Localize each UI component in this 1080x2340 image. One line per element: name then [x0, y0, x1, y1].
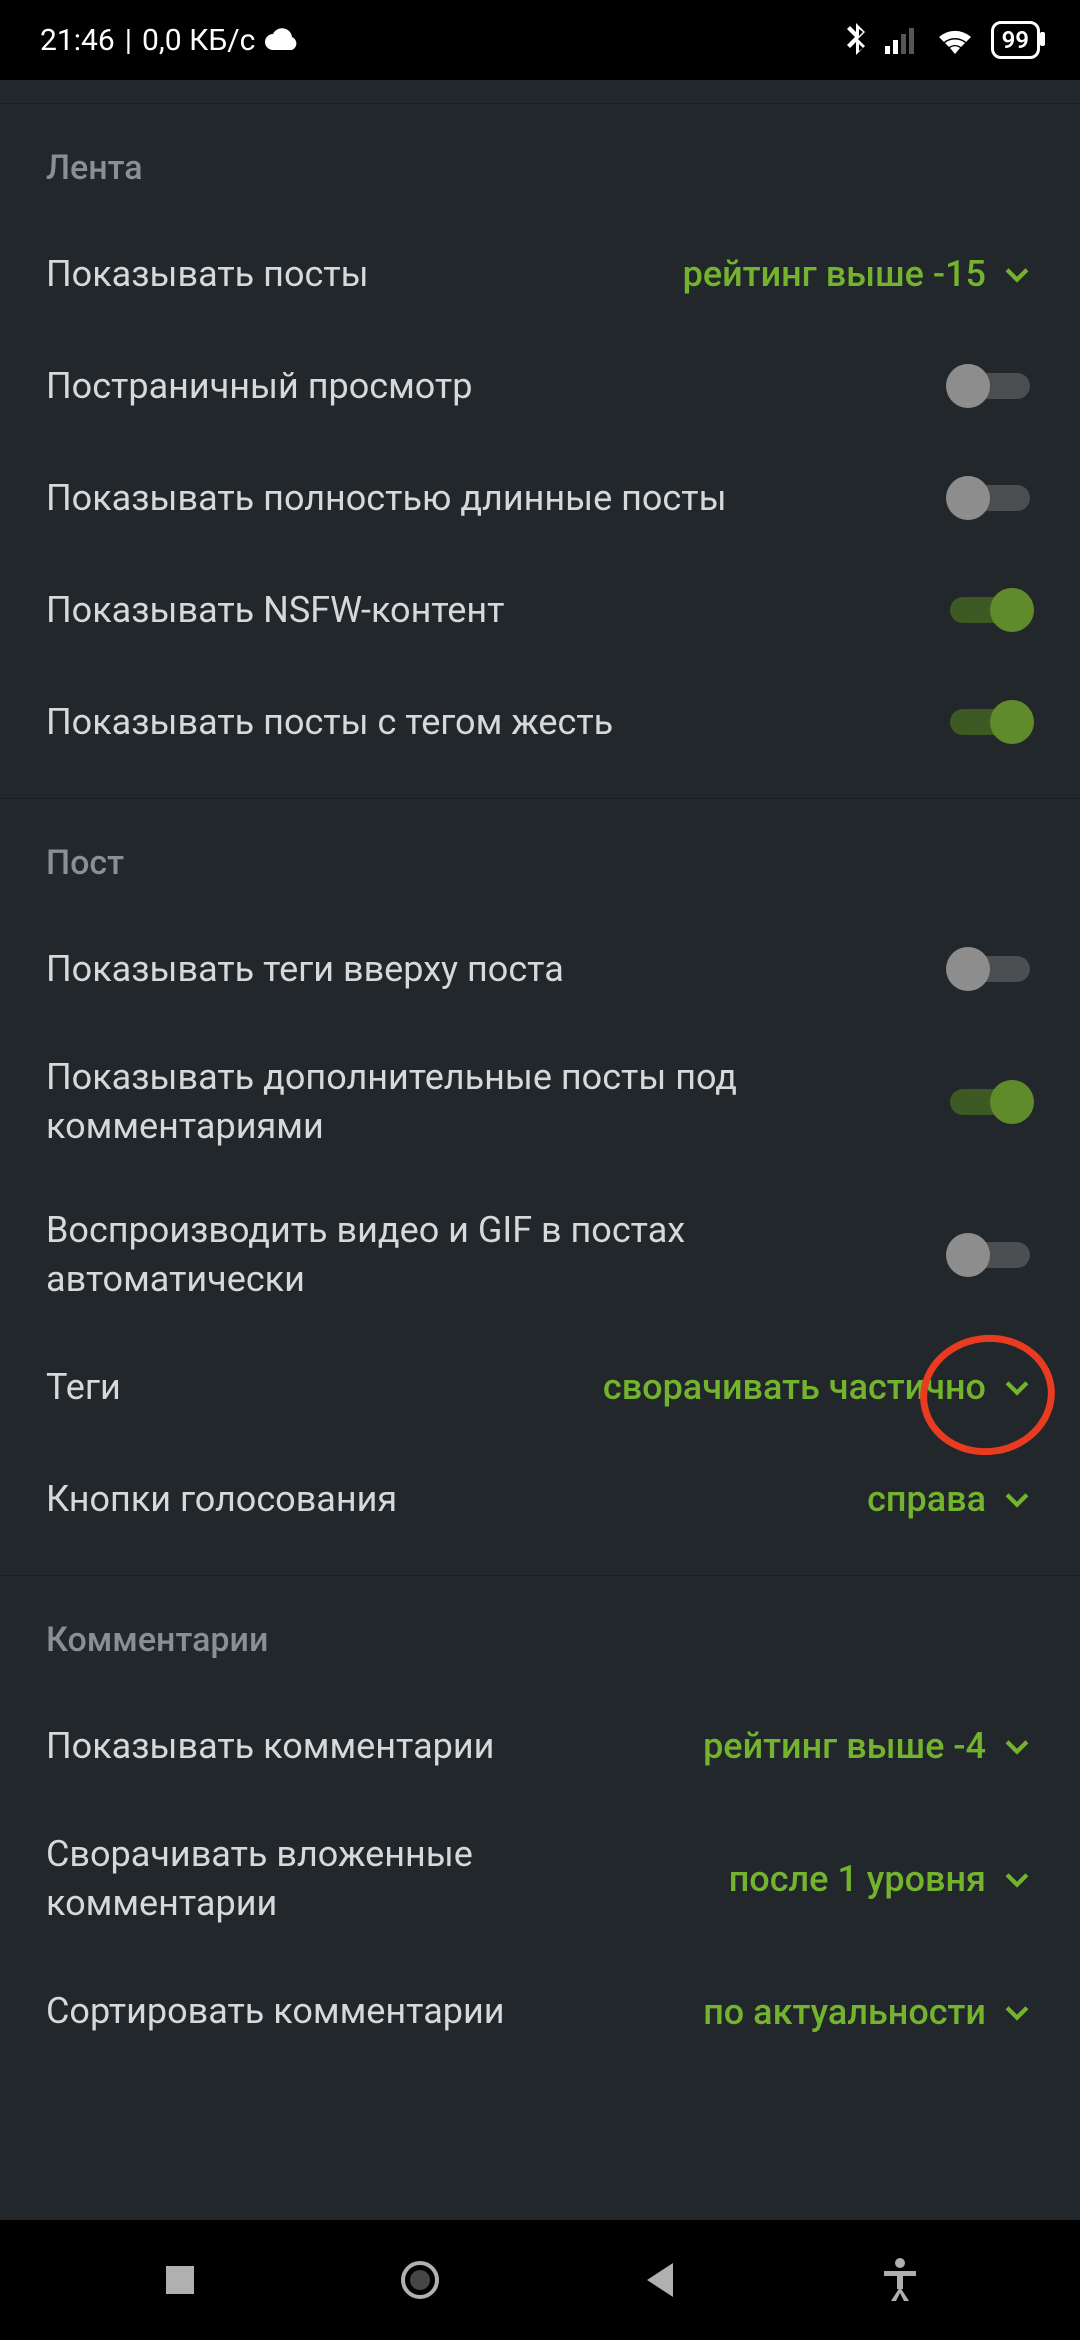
section-header-post: Пост: [0, 799, 1080, 913]
bluetooth-icon: [845, 23, 867, 57]
top-spacer: [0, 80, 1080, 104]
row-value: рейтинг выше -4: [703, 1725, 1034, 1767]
status-right: 99: [845, 21, 1040, 59]
section-header-comments: Комментарии: [0, 1576, 1080, 1690]
row-label: Кнопки голосования: [46, 1475, 867, 1524]
row-label: Показывать NSFW-контент: [46, 586, 946, 635]
row-label: Показывать дополнительные посты под комм…: [46, 1053, 946, 1150]
status-left: 21:46 | 0,0 КБ/c: [40, 23, 299, 58]
row-value: сворачивать частично: [603, 1366, 1034, 1408]
value-text: справа: [867, 1478, 986, 1520]
value-text: рейтинг выше -4: [703, 1725, 986, 1767]
toggle-thumb: [946, 947, 990, 991]
signal-icon: [885, 26, 919, 54]
value-text: рейтинг выше -15: [683, 253, 986, 295]
row-value: справа: [867, 1478, 1034, 1520]
row-value: после 1 уровня: [729, 1858, 1034, 1900]
battery-level: 99: [1002, 26, 1029, 54]
toggle-autoplay[interactable]: [946, 1233, 1034, 1277]
row-label: Показывать посты: [46, 250, 683, 299]
toggle-thumb: [990, 1080, 1034, 1124]
row-label: Показывать комментарии: [46, 1722, 703, 1771]
chevron-down-icon: [1000, 1862, 1034, 1896]
row-vote-buttons[interactable]: Кнопки голосования справа: [0, 1443, 1080, 1555]
settings-content: Лента Показывать посты рейтинг выше -15 …: [0, 80, 1080, 2220]
chevron-down-icon: [1000, 1370, 1034, 1404]
row-label: Показывать посты с тегом жесть: [46, 698, 946, 747]
nav-back-button[interactable]: [615, 2235, 705, 2325]
row-tags-top[interactable]: Показывать теги вверху поста: [0, 913, 1080, 1025]
toggle-thumb: [990, 700, 1034, 744]
toggle-extra-posts[interactable]: [946, 1080, 1034, 1124]
row-extra-posts[interactable]: Показывать дополнительные посты под комм…: [0, 1025, 1080, 1178]
toggle-paginated[interactable]: [946, 364, 1034, 408]
chevron-down-icon: [1000, 257, 1034, 291]
wifi-icon: [937, 26, 973, 54]
row-label: Показывать теги вверху поста: [46, 945, 946, 994]
toggle-gore[interactable]: [946, 700, 1034, 744]
battery-icon: 99: [991, 21, 1040, 59]
row-label: Сворачивать вложенные комментарии: [46, 1830, 729, 1927]
value-text: после 1 уровня: [729, 1858, 986, 1900]
row-sort-comments[interactable]: Сортировать комментарии по актуальности: [0, 1956, 1080, 2068]
toggle-thumb: [946, 1233, 990, 1277]
row-show-comments[interactable]: Показывать комментарии рейтинг выше -4: [0, 1690, 1080, 1802]
row-autoplay[interactable]: Воспроизводить видео и GIF в постах авто…: [0, 1178, 1080, 1331]
row-value: по актуальности: [703, 1991, 1034, 2033]
toggle-thumb: [946, 364, 990, 408]
toggle-tags-top[interactable]: [946, 947, 1034, 991]
toggle-thumb: [990, 588, 1034, 632]
toggle-full-long[interactable]: [946, 476, 1034, 520]
row-label: Показывать полностью длинные посты: [46, 474, 946, 523]
nav-accessibility-button[interactable]: [855, 2235, 945, 2325]
row-value: рейтинг выше -15: [683, 253, 1034, 295]
row-label: Постраничный просмотр: [46, 362, 946, 411]
row-label: Теги: [46, 1363, 603, 1412]
toggle-thumb: [946, 476, 990, 520]
status-time: 21:46: [40, 23, 115, 58]
row-label: Сортировать комментарии: [46, 1987, 703, 2036]
chevron-down-icon: [1000, 1482, 1034, 1516]
chevron-down-icon: [1000, 1995, 1034, 2029]
section-header-feed: Лента: [0, 104, 1080, 218]
value-text: сворачивать частично: [603, 1366, 986, 1408]
nav-home-button[interactable]: [375, 2235, 465, 2325]
status-net-speed: 0,0 КБ/c: [142, 23, 255, 58]
row-show-posts[interactable]: Показывать посты рейтинг выше -15: [0, 218, 1080, 330]
row-collapse-comments[interactable]: Сворачивать вложенные комментарии после …: [0, 1802, 1080, 1955]
system-navbar: [0, 2220, 1080, 2340]
row-paginated[interactable]: Постраничный просмотр: [0, 330, 1080, 442]
row-full-long[interactable]: Показывать полностью длинные посты: [0, 442, 1080, 554]
chevron-down-icon: [1000, 1729, 1034, 1763]
toggle-nsfw[interactable]: [946, 588, 1034, 632]
status-bar: 21:46 | 0,0 КБ/c 9: [0, 0, 1080, 80]
row-tags[interactable]: Теги сворачивать частично: [0, 1331, 1080, 1443]
row-label: Воспроизводить видео и GIF в постах авто…: [46, 1206, 946, 1303]
status-sep: |: [125, 23, 132, 58]
cloud-icon: [265, 23, 299, 58]
value-text: по актуальности: [703, 1991, 986, 2033]
nav-recent-button[interactable]: [135, 2235, 225, 2325]
row-gore[interactable]: Показывать посты с тегом жесть: [0, 666, 1080, 778]
row-nsfw[interactable]: Показывать NSFW-контент: [0, 554, 1080, 666]
